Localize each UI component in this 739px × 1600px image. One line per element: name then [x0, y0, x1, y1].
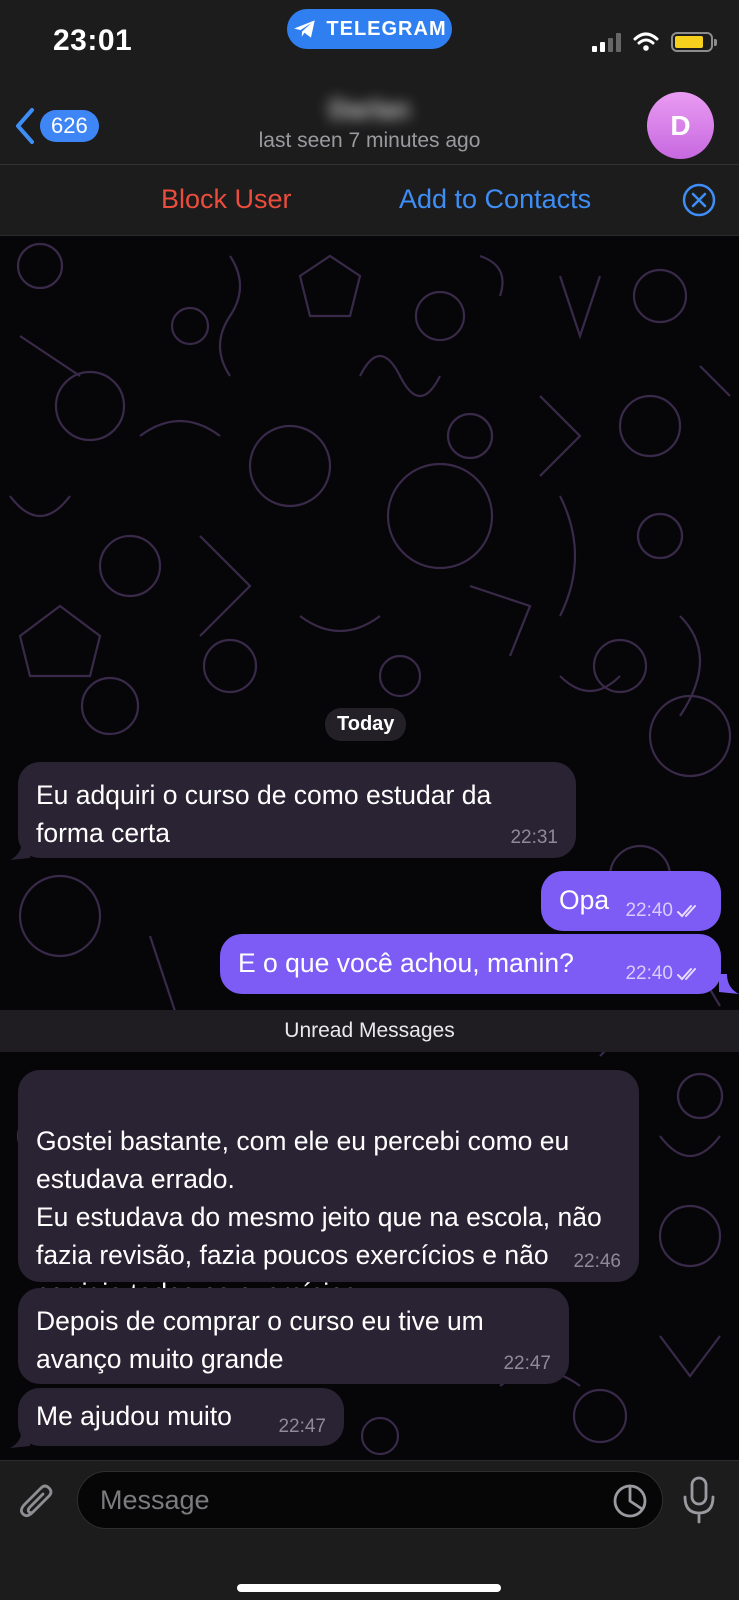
microphone-icon[interactable] — [681, 1475, 717, 1525]
sticker-icon[interactable] — [612, 1483, 648, 1519]
message-time: 22:47 — [503, 1353, 551, 1374]
message-meta: 22:40 — [625, 901, 703, 921]
block-user-button[interactable]: Block User — [161, 184, 292, 215]
message-text: Gostei bastante, com ele eu percebi como… — [36, 1126, 602, 1308]
last-seen-status: last seen 7 minutes ago — [258, 129, 481, 152]
battery-icon — [671, 32, 717, 52]
telegram-icon — [294, 20, 316, 38]
bubble-tail — [10, 1428, 30, 1448]
message-meta: 22:46 — [573, 1252, 621, 1272]
message-meta: 22:40 — [625, 964, 703, 984]
contact-action-bar: Block User Add to Contacts — [0, 165, 739, 236]
close-circle-icon[interactable] — [681, 182, 717, 218]
system-icons — [592, 32, 717, 52]
wifi-icon — [633, 32, 659, 51]
message-bubble-outgoing[interactable]: E o que você achou, manin? 22:40 — [220, 934, 721, 994]
message-time: 22:46 — [573, 1251, 621, 1272]
telegram-chat-screen: 23:01 TELEGRAM 626 Darlan last seen 7 mi… — [0, 0, 739, 1600]
chat-title[interactable]: Darlan last seen 7 minutes ago — [0, 94, 739, 153]
signal-icon — [592, 32, 621, 52]
message-bubble-incoming[interactable]: Me ajudou muito 22:47 — [18, 1388, 344, 1446]
telegram-pill-label: TELEGRAM — [326, 17, 447, 40]
message-text: Depois de comprar o curso eu tive um ava… — [36, 1306, 484, 1374]
telegram-pill[interactable]: TELEGRAM — [287, 9, 452, 49]
message-bubble-incoming[interactable]: Eu adquiri o curso de como estudar da fo… — [18, 762, 576, 858]
status-bar: 23:01 TELEGRAM — [0, 0, 739, 88]
bubble-tail — [719, 974, 739, 994]
bubble-tail — [10, 840, 30, 860]
home-indicator[interactable] — [237, 1584, 501, 1592]
message-time: 22:47 — [278, 1416, 326, 1437]
double-check-icon — [677, 968, 696, 981]
unread-messages-divider: Unread Messages — [0, 1010, 739, 1052]
message-meta: 22:31 — [510, 828, 558, 848]
message-input[interactable] — [77, 1471, 663, 1529]
message-bubble-incoming[interactable]: Gostei bastante, com ele eu percebi como… — [18, 1070, 639, 1308]
message-text: Eu adquiri o curso de como estudar da fo… — [36, 780, 492, 848]
add-to-contacts-button[interactable]: Add to Contacts — [399, 184, 591, 215]
double-check-icon — [677, 905, 696, 918]
message-bubble-outgoing[interactable]: Opa 22:40 — [541, 871, 721, 931]
attach-icon[interactable] — [18, 1479, 58, 1525]
avatar[interactable]: D — [647, 92, 714, 159]
message-meta: 22:47 — [278, 1417, 326, 1437]
chat-header: 626 Darlan last seen 7 minutes ago D — [0, 88, 739, 165]
message-bubble-incoming[interactable]: Depois de comprar o curso eu tive um ava… — [18, 1288, 569, 1384]
contact-name: Darlan — [329, 94, 410, 124]
message-time: 22:31 — [510, 827, 558, 848]
status-time: 23:01 — [53, 24, 133, 57]
date-chip: Today — [325, 708, 407, 741]
message-meta: 22:47 — [503, 1354, 551, 1374]
message-time: 22:40 — [625, 963, 673, 984]
message-input-bar — [0, 1460, 739, 1600]
message-time: 22:40 — [625, 900, 673, 921]
avatar-initial: D — [670, 109, 691, 141]
